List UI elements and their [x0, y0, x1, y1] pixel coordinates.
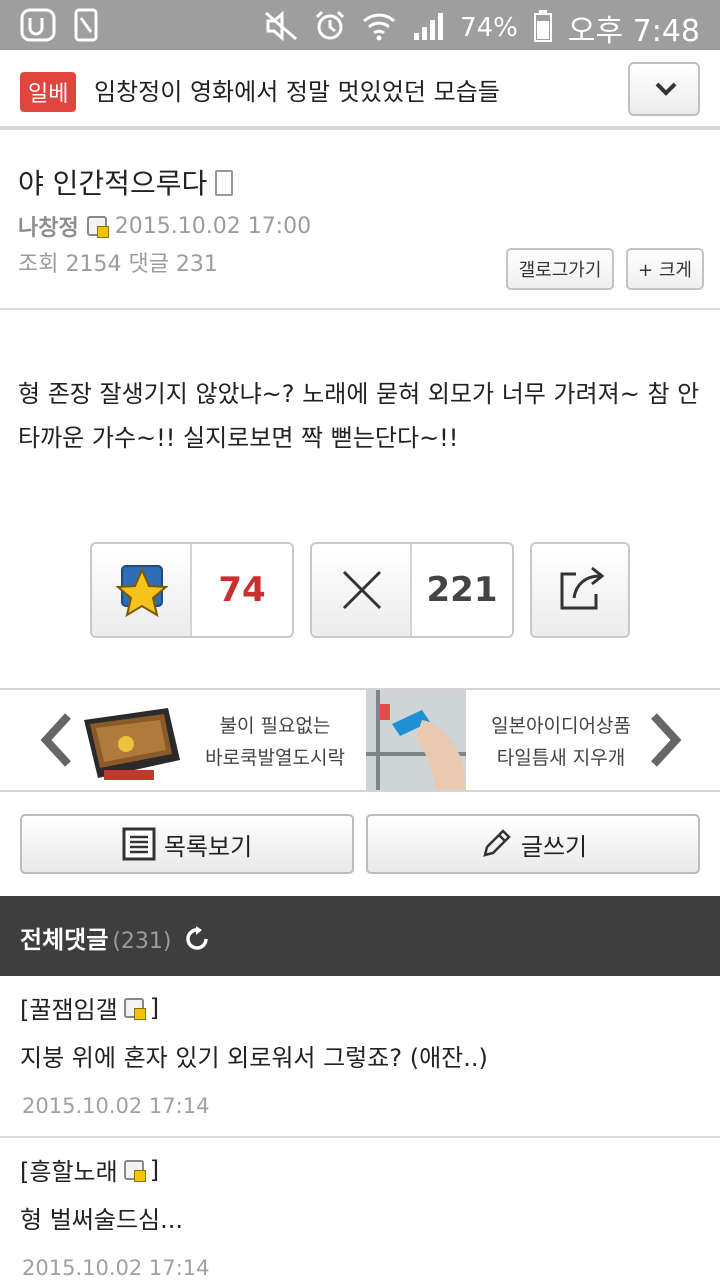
clock: 오후 7:48: [567, 14, 700, 49]
dropdown-button[interactable]: [628, 62, 700, 116]
not-recommend-count: 221: [426, 570, 498, 610]
comment-text: 형 벌써술드심...: [20, 1206, 183, 1234]
not-recommend-icon-cell: [312, 544, 412, 636]
gallery-post-title: 임창정이 영화에서 정말 멋있었던 모습들: [94, 78, 500, 106]
not-recommend-button[interactable]: 221: [310, 542, 514, 638]
comments-count: (231): [112, 929, 172, 954]
mobile-post-icon: [215, 170, 234, 196]
comment-text: 지붕 위에 혼자 있기 외로워서 그렇죠? (애잔..): [20, 1044, 488, 1072]
title-bar: 일베 임창정이 영화에서 정말 멋있었던 모습들: [0, 50, 720, 130]
alarm-icon: [314, 10, 346, 46]
ad-strip: 불이 필요없는 바로쿡발열도시락 일본아이디어상품 타일틈새 지우개: [0, 688, 720, 792]
post-header: 야 인간적으루다 나창정 2015.10.02 17:00 조회 2154 댓글…: [0, 134, 720, 310]
post-body: 형 존장 잘생기지 않았냐~? 노래에 묻혀 외모가 너무 가려져~ 참 안타까…: [18, 380, 700, 452]
pencil-icon: [483, 829, 511, 857]
battery-percent: 74%: [460, 13, 518, 43]
post-title: 야 인간적으루다: [18, 162, 234, 202]
recommend-count: 74: [218, 570, 266, 610]
mute-icon: [264, 10, 298, 45]
list-view-button[interactable]: 목록보기: [20, 814, 354, 874]
comments-header: 전체댓글 (231): [0, 896, 720, 976]
share-button[interactable]: [530, 542, 630, 638]
uplus-app-icon: [20, 8, 56, 46]
user-level-icon: [123, 997, 146, 1020]
comments-title: 전체댓글 (231): [20, 920, 212, 955]
phone-screen-icon: [74, 8, 98, 46]
comment-author[interactable]: [꿀잼임갤 ]: [20, 990, 159, 1025]
wifi-icon: [362, 11, 396, 45]
recommend-button[interactable]: 74: [90, 542, 294, 638]
user-level-icon: [86, 216, 109, 238]
chevron-left-icon[interactable]: [38, 710, 74, 774]
comment-date: 2015.10.02 17:14: [22, 1256, 210, 1280]
share-icon: [560, 566, 605, 610]
user-level-icon: [123, 1159, 146, 1182]
x-icon: [342, 570, 382, 610]
ad-lunchbox-image[interactable]: [76, 690, 186, 790]
recommend-icon-cell: [92, 544, 192, 636]
comment-author[interactable]: [흥할노래 ]: [20, 1152, 159, 1187]
gallog-button[interactable]: 갤로그가기: [506, 248, 614, 290]
gallery-badge[interactable]: 일베: [20, 72, 77, 112]
chevron-down-icon: [655, 82, 677, 96]
status-bar: 74% 오후 7:48: [0, 0, 720, 50]
ad-tile-eraser-image[interactable]: [366, 690, 466, 790]
chevron-right-icon[interactable]: [648, 710, 684, 774]
write-button[interactable]: 글쓰기: [366, 814, 700, 874]
refresh-icon[interactable]: [184, 926, 212, 952]
post-stats: 조회 2154 댓글 231: [18, 252, 218, 277]
star-icon: [115, 565, 169, 618]
post-author[interactable]: 나창정: [18, 210, 79, 242]
comment-item: [흥할노래 ] 형 벌써술드심... 2015.10.02 17:14: [0, 1140, 720, 1280]
comment-item: [꿀잼임갤 ] 지붕 위에 혼자 있기 외로워서 그렇죠? (애잔..) 201…: [0, 978, 720, 1138]
signal-icon: [412, 11, 444, 45]
ad-text-2[interactable]: 일본아이디어상품 타일틈새 지우개: [476, 710, 646, 774]
post-date: 2015.10.02 17:00: [114, 213, 312, 239]
battery-icon: [533, 10, 552, 46]
post-meta: 나창정 2015.10.02 17:00: [18, 210, 311, 242]
comment-date: 2015.10.02 17:14: [22, 1094, 210, 1118]
ad-text-1[interactable]: 불이 필요없는 바로쿡발열도시락: [190, 710, 360, 774]
font-bigger-button[interactable]: + 크게: [626, 248, 704, 290]
list-icon: [122, 827, 156, 861]
